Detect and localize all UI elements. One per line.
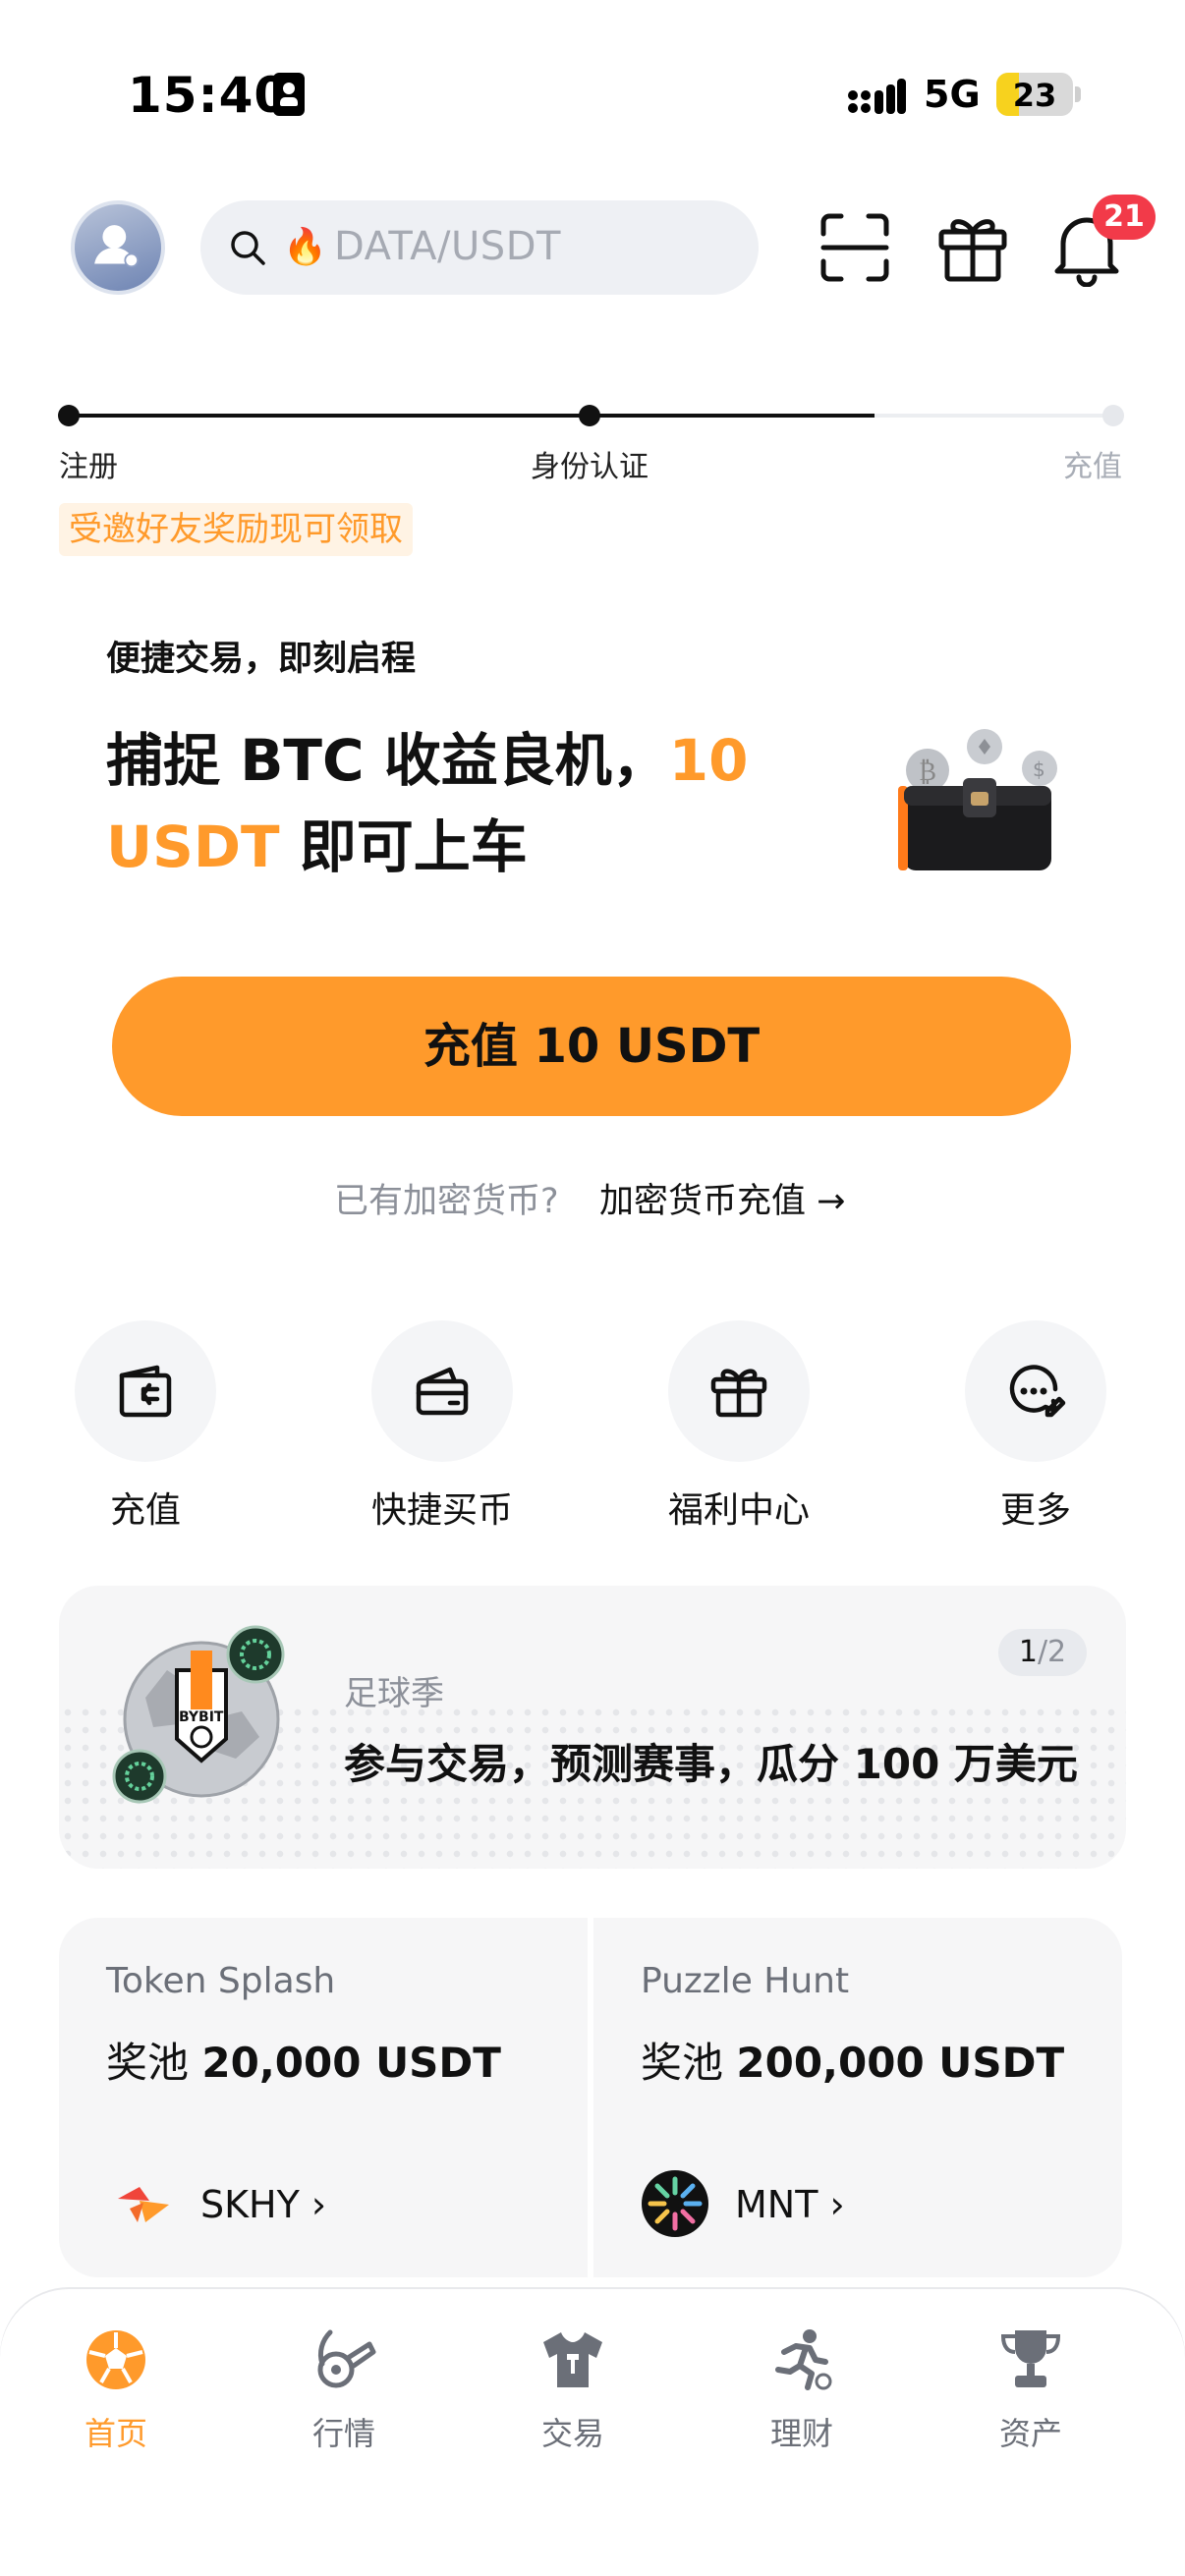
- search-input[interactable]: 🔥 DATA/USDT: [200, 200, 759, 295]
- banner-kicker: 足球季: [344, 1674, 444, 1713]
- mnt-logo-icon: [642, 2170, 708, 2237]
- runner-icon: [775, 2329, 832, 2390]
- wallet-deposit-icon: [119, 1365, 172, 1418]
- card-token-link[interactable]: MNT ›: [735, 2183, 845, 2226]
- quick-action-rewards[interactable]: [668, 1320, 810, 1462]
- gift-icon: [710, 1369, 767, 1418]
- pool-prefix: 奖池: [106, 2039, 190, 2087]
- tab-label: 交易: [540, 2415, 604, 2452]
- tab-label: 行情: [311, 2415, 375, 2452]
- skhy-logo-icon: [118, 2187, 169, 2222]
- tab-earn[interactable]: 理财: [733, 2324, 871, 2454]
- pool-value: 20,000 USDT: [201, 2039, 501, 2087]
- tab-trade[interactable]: 交易: [504, 2324, 642, 2454]
- card-pool: 奖池 200,000 USDT: [641, 2030, 1064, 2090]
- promo-kicker: 便捷交易，即刻启程: [106, 640, 417, 679]
- status-time: 15:40: [128, 67, 290, 124]
- pool-value: 200,000 USDT: [736, 2039, 1065, 2087]
- progress-track-pending: [875, 414, 1114, 418]
- invite-reward-link[interactable]: 受邀好友奖励现可领取: [59, 503, 413, 556]
- promo-headline: 捕捉 BTC 收益良机，10 USDT 即可上车: [106, 717, 774, 890]
- progress-label-register: 注册: [59, 450, 118, 484]
- have-crypto-text: 已有加密货币?: [334, 1182, 559, 1221]
- jersey-icon: [543, 2332, 602, 2387]
- avatar[interactable]: [71, 200, 165, 295]
- notification-badge: 21: [1093, 195, 1156, 240]
- pool-prefix: 奖池: [641, 2039, 724, 2087]
- svg-text:BYBIT: BYBIT: [179, 1709, 224, 1725]
- progress-dot-register: [58, 405, 80, 426]
- id-card-icon: [273, 73, 305, 116]
- headline-amount: 10: [668, 727, 749, 794]
- svg-text:$: $: [1033, 757, 1045, 781]
- network-type: 5G: [924, 73, 981, 116]
- football-icon: [86, 2330, 145, 2389]
- quick-action-label: 快捷买币: [370, 1490, 513, 1531]
- crypto-deposit-link[interactable]: 加密货币充值 →: [599, 1173, 845, 1223]
- tab-home[interactable]: 首页: [47, 2324, 185, 2454]
- deposit-cta-button[interactable]: 充值 10 USDT: [112, 977, 1071, 1116]
- progress-label-verify: 身份认证: [531, 450, 649, 484]
- card-token-link[interactable]: SKHY ›: [200, 2183, 326, 2226]
- whistle-icon: [317, 2329, 376, 2388]
- quick-action-label: 福利中心: [667, 1490, 810, 1531]
- card-title: Puzzle Hunt: [641, 1961, 850, 2001]
- tab-assets[interactable]: 资产: [962, 2324, 1100, 2454]
- card-icon: [416, 1367, 469, 1416]
- signal-icon: [848, 79, 906, 114]
- progress-dot-verify: [579, 405, 600, 426]
- battery-level: 23: [1012, 77, 1057, 114]
- progress-track-done: [69, 414, 590, 418]
- svg-text:₿: ₿: [919, 757, 936, 787]
- headline-part1: 捕捉 BTC 收益良机，: [106, 727, 669, 794]
- quick-action-buy-crypto[interactable]: [371, 1320, 513, 1462]
- tab-label: 资产: [998, 2415, 1062, 2452]
- scan-icon[interactable]: [816, 208, 894, 287]
- wallet-coins-illustration: ₿ $: [898, 729, 1057, 870]
- pager-total: /2: [1037, 1635, 1067, 1669]
- tab-label: 理财: [769, 2415, 833, 2452]
- trophy-icon: [1000, 2330, 1061, 2387]
- progress-label-deposit: 充值: [1063, 450, 1122, 484]
- headline-currency: USDT: [106, 813, 280, 880]
- card-title: Token Splash: [106, 1961, 336, 2001]
- tab-markets[interactable]: 行情: [275, 2324, 413, 2454]
- pager-current: 1: [1018, 1635, 1038, 1669]
- search-placeholder: DATA/USDT: [334, 224, 561, 269]
- card-pool: 奖池 20,000 USDT: [106, 2030, 501, 2090]
- search-icon: [231, 231, 265, 265]
- progress-dot-deposit: [1102, 405, 1124, 426]
- quick-action-more[interactable]: [965, 1320, 1106, 1462]
- battery-icon: 23: [996, 73, 1073, 116]
- football-badge-icon: BYBIT: [112, 1625, 285, 1804]
- tab-label: 首页: [84, 2415, 147, 2452]
- quick-action-label: 充值: [109, 1490, 181, 1531]
- banner-title: 参与交易，预测赛事，瓜分 100 万美元: [344, 1740, 1078, 1788]
- fire-icon: 🔥: [283, 227, 327, 267]
- quick-action-label: 更多: [999, 1490, 1071, 1531]
- quick-action-deposit[interactable]: [75, 1320, 216, 1462]
- progress-track-done-2: [590, 414, 875, 418]
- gift-icon[interactable]: [933, 208, 1012, 287]
- headline-part2: 即可上车: [279, 813, 528, 880]
- battery-cap: [1075, 86, 1081, 102]
- more-chat-icon: [1009, 1365, 1066, 1418]
- user-icon: [94, 225, 140, 268]
- banner-pager: 1/2: [998, 1629, 1087, 1676]
